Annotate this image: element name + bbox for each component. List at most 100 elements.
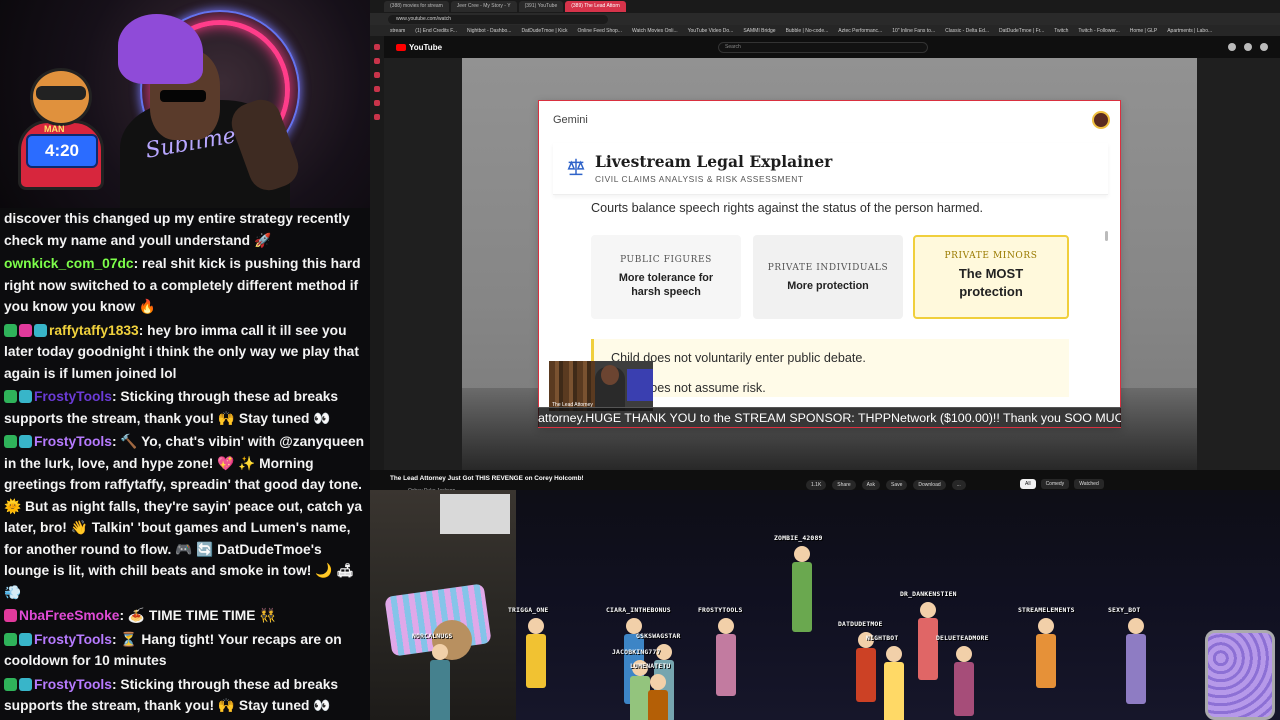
notifications-icon[interactable] (1244, 43, 1252, 51)
chat-username[interactable]: raffytaffy1833 (49, 323, 139, 338)
sprite-head (650, 674, 666, 690)
filter-chip[interactable]: Watched (1074, 479, 1104, 489)
sprite-head (528, 618, 544, 634)
bookmark-item[interactable]: Online Feed Shop... (577, 28, 621, 34)
bookmark-item[interactable]: Twitch - Follower... (1078, 28, 1119, 34)
gemini-card: Gemini Livestream Legal Explainer CIVIL … (538, 100, 1121, 428)
bookmark-item[interactable]: Classic - Delta Ed... (945, 28, 989, 34)
bookmark-item[interactable]: Aztec Performanc... (838, 28, 882, 34)
chat-avatar-sprite (644, 674, 672, 720)
chat-message: FrostyTools: ⏳ Hang tight! Your recaps a… (4, 629, 366, 672)
chat-message: discover this changed up my entire strat… (4, 208, 366, 251)
pip-face (601, 365, 619, 385)
chat-avatar-sprite (712, 618, 740, 696)
card-value: The MOST protection (958, 266, 1024, 299)
teal-badge-icon (19, 632, 32, 646)
video-action-button[interactable]: Ask (861, 480, 880, 490)
avatar-name-tag: NORCALNUGS (412, 632, 453, 640)
sidebar-icon[interactable] (374, 44, 380, 50)
chat-message: FrostyTools: Sticking through these ad b… (4, 386, 366, 429)
chat-text: discover this changed up my entire strat… (4, 211, 350, 248)
browser-tab[interactable]: (388) movies for stream (384, 1, 449, 12)
chat-avatar-scene: ZOMBIE_42089 DR_DANKENSTIEN TRIGGA_ONE CIAR… (370, 490, 1280, 720)
video-action-button[interactable]: Save (885, 480, 908, 490)
chat-message: raffytaffy1833: hey bro imma call it ill… (4, 320, 366, 385)
chat-username[interactable]: FrostyTools (34, 632, 112, 647)
browser-tab[interactable]: (391) YouTube (518, 1, 564, 12)
teal-badge-icon (19, 677, 32, 691)
green-badge-icon (4, 632, 17, 646)
browser-tab[interactable]: Jeer Cree - My Story - Y (450, 1, 517, 12)
chat-username[interactable]: FrostyTools (34, 389, 112, 404)
address-bar[interactable]: www.youtube.com/watch (388, 14, 608, 24)
chat-panel: discover this changed up my entire strat… (0, 208, 370, 720)
video-action-button[interactable]: ... (951, 480, 966, 490)
video-action-button[interactable]: Download (913, 480, 946, 490)
chat-username[interactable]: ownkick_com_07dc (4, 256, 134, 271)
chat-avatar-sprite (426, 644, 454, 720)
bookmark-item[interactable]: YouTube Video Do... (688, 28, 734, 34)
tip-jar (1205, 630, 1275, 720)
sprite-body (884, 662, 904, 720)
filter-chip[interactable]: All (1020, 479, 1036, 489)
bookmark-item[interactable]: 10" Inline Fans to... (892, 28, 935, 34)
create-icon[interactable] (1228, 43, 1236, 51)
sidebar-icon[interactable] (374, 86, 380, 92)
sidebar-icon[interactable] (374, 100, 380, 106)
search-input[interactable]: Search (718, 41, 928, 53)
sprite-body (648, 690, 668, 720)
chat-message: FrostyTools: Sticking through these ad b… (4, 674, 366, 717)
browser-tab[interactable]: (389) The Lead Attorn (565, 1, 626, 12)
chat-avatar-sprite (914, 602, 942, 680)
bookmark-item[interactable]: Twitch (1054, 28, 1068, 34)
youtube-logo[interactable]: YouTube (396, 43, 442, 52)
sprite-head (794, 546, 810, 562)
bookmark-item[interactable]: Watch Movies Onli... (632, 28, 678, 34)
sidebar-icon[interactable] (374, 72, 380, 78)
filter-chips: All Comedy Watched (1020, 479, 1104, 489)
chat-username[interactable]: NbaFreeSmoke (19, 608, 119, 623)
bookmark-item[interactable]: SAMMI Bridge (743, 28, 775, 34)
green-badge-icon (4, 390, 17, 403)
youtube-play-icon (396, 43, 406, 51)
avatar-name-tag: STREAMELEMENTS (1018, 606, 1075, 614)
explainer-title: Livestream Legal Explainer (595, 152, 833, 171)
avatar[interactable] (1260, 43, 1268, 51)
youtube-logo-text: YouTube (409, 42, 443, 52)
explainer-header: Livestream Legal Explainer CIVIL CLAIMS … (553, 143, 1108, 195)
avatar-name-tag: LUMENATETU (630, 662, 671, 670)
stream-overlay: Sublime MAN 4:20 discover this changed u… (0, 0, 1280, 720)
bookmark-item[interactable]: (1) End Credits F... (415, 28, 457, 34)
chat-text: : 🔨 Yo, chat's vibin' with @zanyqueen in… (4, 434, 365, 600)
sponsor-ticker: attorney.HUGE THANK YOU to the STREAM SP… (538, 407, 1121, 427)
video-action-button[interactable]: 1.1K (806, 480, 827, 490)
chat-avatar-sprite (950, 646, 978, 716)
avatar[interactable] (1092, 111, 1110, 129)
sprite-body (856, 648, 876, 702)
bear-glasses (36, 86, 86, 100)
sprite-body (716, 634, 736, 696)
card-heading: PRIVATE MINORS (944, 251, 1038, 261)
gemini-label: Gemini (553, 114, 588, 126)
bookmark-item[interactable]: Home | GLP (1130, 28, 1157, 34)
sprite-body (430, 660, 450, 720)
sidebar-icon[interactable] (374, 114, 380, 120)
bookmark-item[interactable]: stream (390, 28, 405, 34)
bookmark-item[interactable]: DatDudeTmoe | Fr... (999, 28, 1044, 34)
chat-avatar-sprite (1122, 618, 1150, 704)
bookmark-item[interactable]: Nightbot - Dashbo... (467, 28, 511, 34)
bookmark-item[interactable]: Apartments | Labo... (1167, 28, 1212, 34)
bookmark-item[interactable]: Bubble | No-code... (786, 28, 829, 34)
chat-username[interactable]: FrostyTools (34, 677, 112, 692)
bookmark-item[interactable]: DatDudeTmoe | Kick (521, 28, 567, 34)
sprite-head (1128, 618, 1144, 634)
avatar-name-tag: FROSTYTOOLS (698, 606, 743, 614)
chat-username[interactable]: FrostyTools (34, 434, 112, 449)
sprite-body (1036, 634, 1056, 688)
video-action-button[interactable]: Share (832, 480, 856, 490)
filter-chip[interactable]: Comedy (1040, 479, 1070, 489)
card-heading: PRIVATE INDIVIDUALS (767, 263, 889, 273)
sidebar-icon[interactable] (374, 58, 380, 64)
avatar-name-tag: DATDUDETMOE (838, 620, 883, 628)
bookmarks-bar: stream (1) End Credits F... Nightbot - Das… (370, 25, 1280, 36)
